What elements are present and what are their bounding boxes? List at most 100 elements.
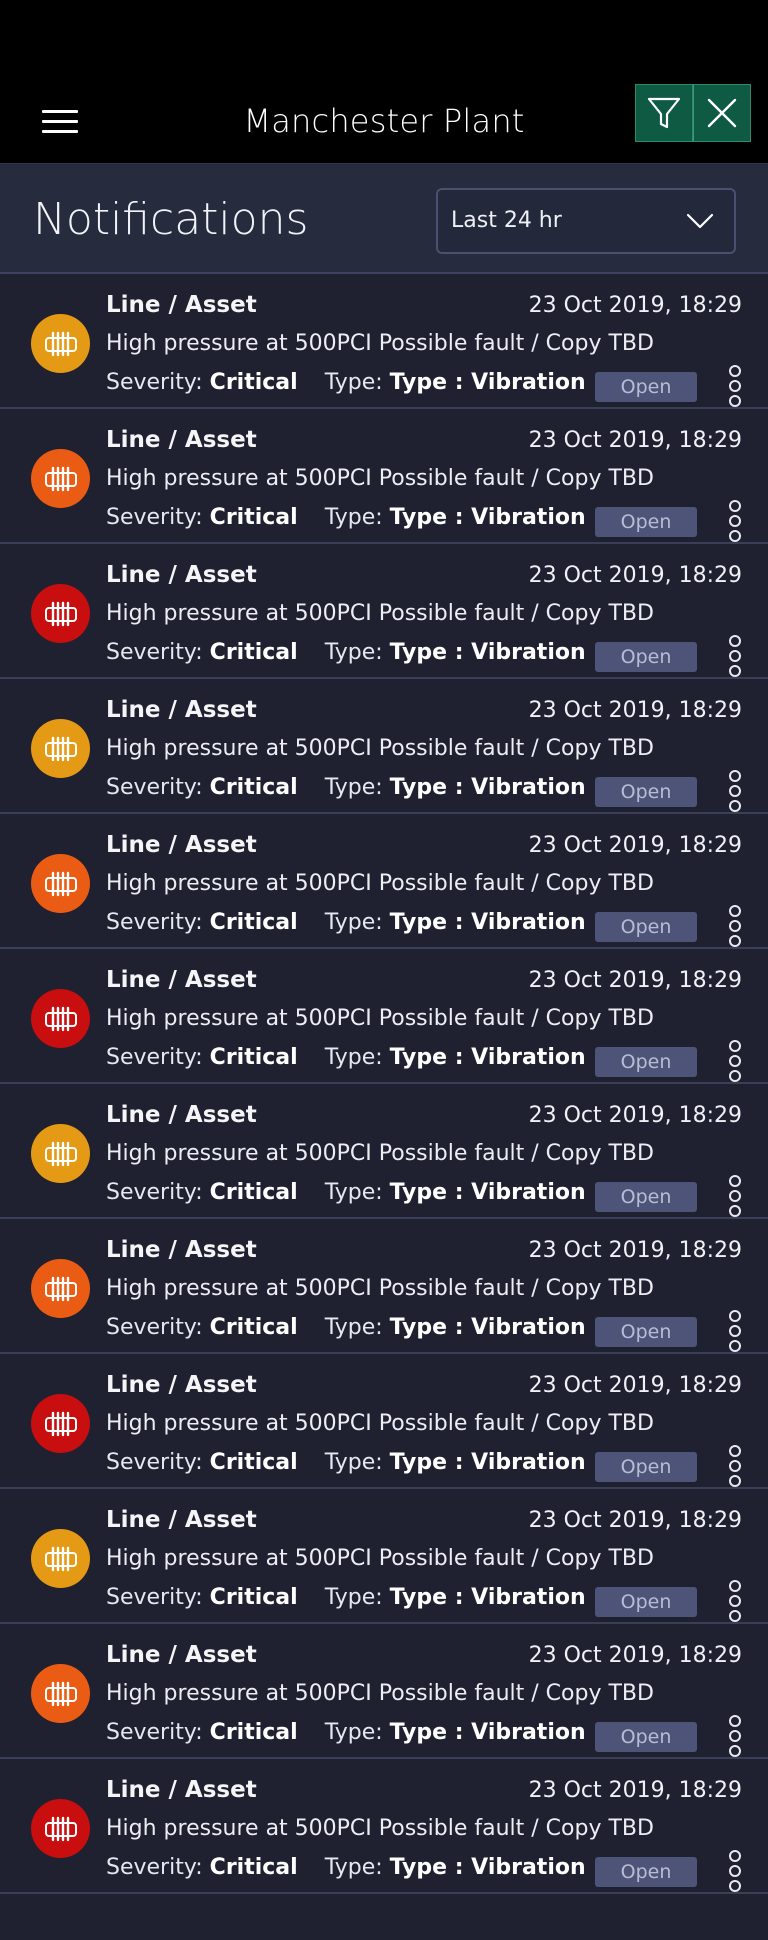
status-bar [0,0,768,80]
asset-name: Line / Asset [106,1372,257,1398]
severity-label: Severity: [106,910,203,935]
type-label: Type: [324,1450,383,1475]
type-label: Type: [324,1315,383,1340]
notification-item[interactable]: Line / Asset 23 Oct 2019, 18:29 High pre… [0,1354,768,1489]
timestamp: 23 Oct 2019, 18:29 [528,1103,742,1128]
radiator-asset-icon [44,736,77,761]
filter-button[interactable] [635,84,693,142]
severity-value: Critical [209,910,298,935]
timestamp: 23 Oct 2019, 18:29 [528,1778,742,1803]
more-options-icon[interactable] [726,634,744,678]
time-range-value: Last 24 hr [451,208,562,233]
type-value: Type : Vibration [389,1180,586,1205]
severity-label: Severity: [106,775,203,800]
notification-item[interactable]: Line / Asset 23 Oct 2019, 18:29 High pre… [0,409,768,544]
asset-name: Line / Asset [106,967,257,993]
page-title: Notifications [33,194,309,245]
timestamp: 23 Oct 2019, 18:29 [528,1508,742,1533]
type-label: Type: [324,1045,383,1070]
severity-indicator [31,1394,90,1453]
notification-meta: Severity: Critical Type: Type : Vibratio… [106,1720,586,1745]
notification-message: High pressure at 500PCI Possible fault /… [106,331,654,356]
radiator-asset-icon [44,1816,77,1841]
severity-indicator [31,1799,90,1858]
more-options-icon[interactable] [726,1174,744,1218]
radiator-asset-icon [44,601,77,626]
more-options-icon[interactable] [726,769,744,813]
status-badge: Open [595,1047,697,1077]
type-label: Type: [324,910,383,935]
severity-value: Critical [209,640,298,665]
radiator-asset-icon [44,871,77,896]
severity-indicator [31,1124,90,1183]
more-options-icon[interactable] [726,1444,744,1488]
notification-item[interactable]: Line / Asset 23 Oct 2019, 18:29 High pre… [0,949,768,1084]
timestamp: 23 Oct 2019, 18:29 [528,968,742,993]
notification-item[interactable]: Line / Asset 23 Oct 2019, 18:29 High pre… [0,1489,768,1624]
more-options-icon[interactable] [726,1714,744,1758]
more-options-icon[interactable] [726,1849,744,1893]
type-value: Type : Vibration [389,1315,586,1340]
type-label: Type: [324,370,383,395]
notification-item[interactable]: Line / Asset 23 Oct 2019, 18:29 High pre… [0,814,768,949]
notification-meta: Severity: Critical Type: Type : Vibratio… [106,1855,586,1880]
notification-item[interactable]: Line / Asset 23 Oct 2019, 18:29 High pre… [0,274,768,409]
more-options-icon[interactable] [726,364,744,408]
notification-meta: Severity: Critical Type: Type : Vibratio… [106,1315,586,1340]
more-options-icon[interactable] [726,904,744,948]
more-options-icon[interactable] [726,499,744,543]
more-options-icon[interactable] [726,1579,744,1623]
severity-indicator [31,584,90,643]
notification-message: High pressure at 500PCI Possible fault /… [106,1681,654,1706]
radiator-asset-icon [44,1546,77,1571]
notification-message: High pressure at 500PCI Possible fault /… [106,736,654,761]
notification-item[interactable]: Line / Asset 23 Oct 2019, 18:29 High pre… [0,679,768,814]
radiator-asset-icon [44,1681,77,1706]
time-range-dropdown[interactable]: Last 24 hr [436,188,736,254]
status-badge: Open [595,507,697,537]
timestamp: 23 Oct 2019, 18:29 [528,1238,742,1263]
severity-indicator [31,719,90,778]
radiator-asset-icon [44,1411,77,1436]
notifications-header: Notifications Last 24 hr [0,163,768,274]
top-actions [635,84,751,142]
radiator-asset-icon [44,1006,77,1031]
asset-name: Line / Asset [106,1102,257,1128]
status-badge: Open [595,642,697,672]
notification-item[interactable]: Line / Asset 23 Oct 2019, 18:29 High pre… [0,544,768,679]
asset-name: Line / Asset [106,292,257,318]
more-options-icon[interactable] [726,1309,744,1353]
notification-item[interactable]: Line / Asset 23 Oct 2019, 18:29 High pre… [0,1624,768,1759]
severity-indicator [31,1529,90,1588]
timestamp: 23 Oct 2019, 18:29 [528,1373,742,1398]
severity-label: Severity: [106,1855,203,1880]
asset-name: Line / Asset [106,427,257,453]
notification-message: High pressure at 500PCI Possible fault /… [106,871,654,896]
notification-item[interactable]: Line / Asset 23 Oct 2019, 18:29 High pre… [0,1759,768,1894]
more-options-icon[interactable] [726,1039,744,1083]
status-badge: Open [595,1857,697,1887]
notification-message: High pressure at 500PCI Possible fault /… [106,1006,654,1031]
type-value: Type : Vibration [389,1450,586,1475]
radiator-asset-icon [44,331,77,356]
severity-label: Severity: [106,1720,203,1745]
status-badge: Open [595,777,697,807]
severity-label: Severity: [106,1585,203,1610]
notification-item[interactable]: Line / Asset 23 Oct 2019, 18:29 High pre… [0,1219,768,1354]
type-value: Type : Vibration [389,1585,586,1610]
severity-label: Severity: [106,505,203,530]
timestamp: 23 Oct 2019, 18:29 [528,563,742,588]
notification-message: High pressure at 500PCI Possible fault /… [106,1276,654,1301]
app-bar: Manchester Plant [0,80,768,163]
type-value: Type : Vibration [389,505,586,530]
notification-meta: Severity: Critical Type: Type : Vibratio… [106,1180,586,1205]
notification-meta: Severity: Critical Type: Type : Vibratio… [106,775,586,800]
notification-item[interactable]: Line / Asset 23 Oct 2019, 18:29 High pre… [0,1084,768,1219]
severity-value: Critical [209,1045,298,1070]
close-button[interactable] [693,84,751,142]
notification-meta: Severity: Critical Type: Type : Vibratio… [106,640,586,665]
status-badge: Open [595,1452,697,1482]
radiator-asset-icon [44,1276,77,1301]
asset-name: Line / Asset [106,562,257,588]
severity-value: Critical [209,775,298,800]
